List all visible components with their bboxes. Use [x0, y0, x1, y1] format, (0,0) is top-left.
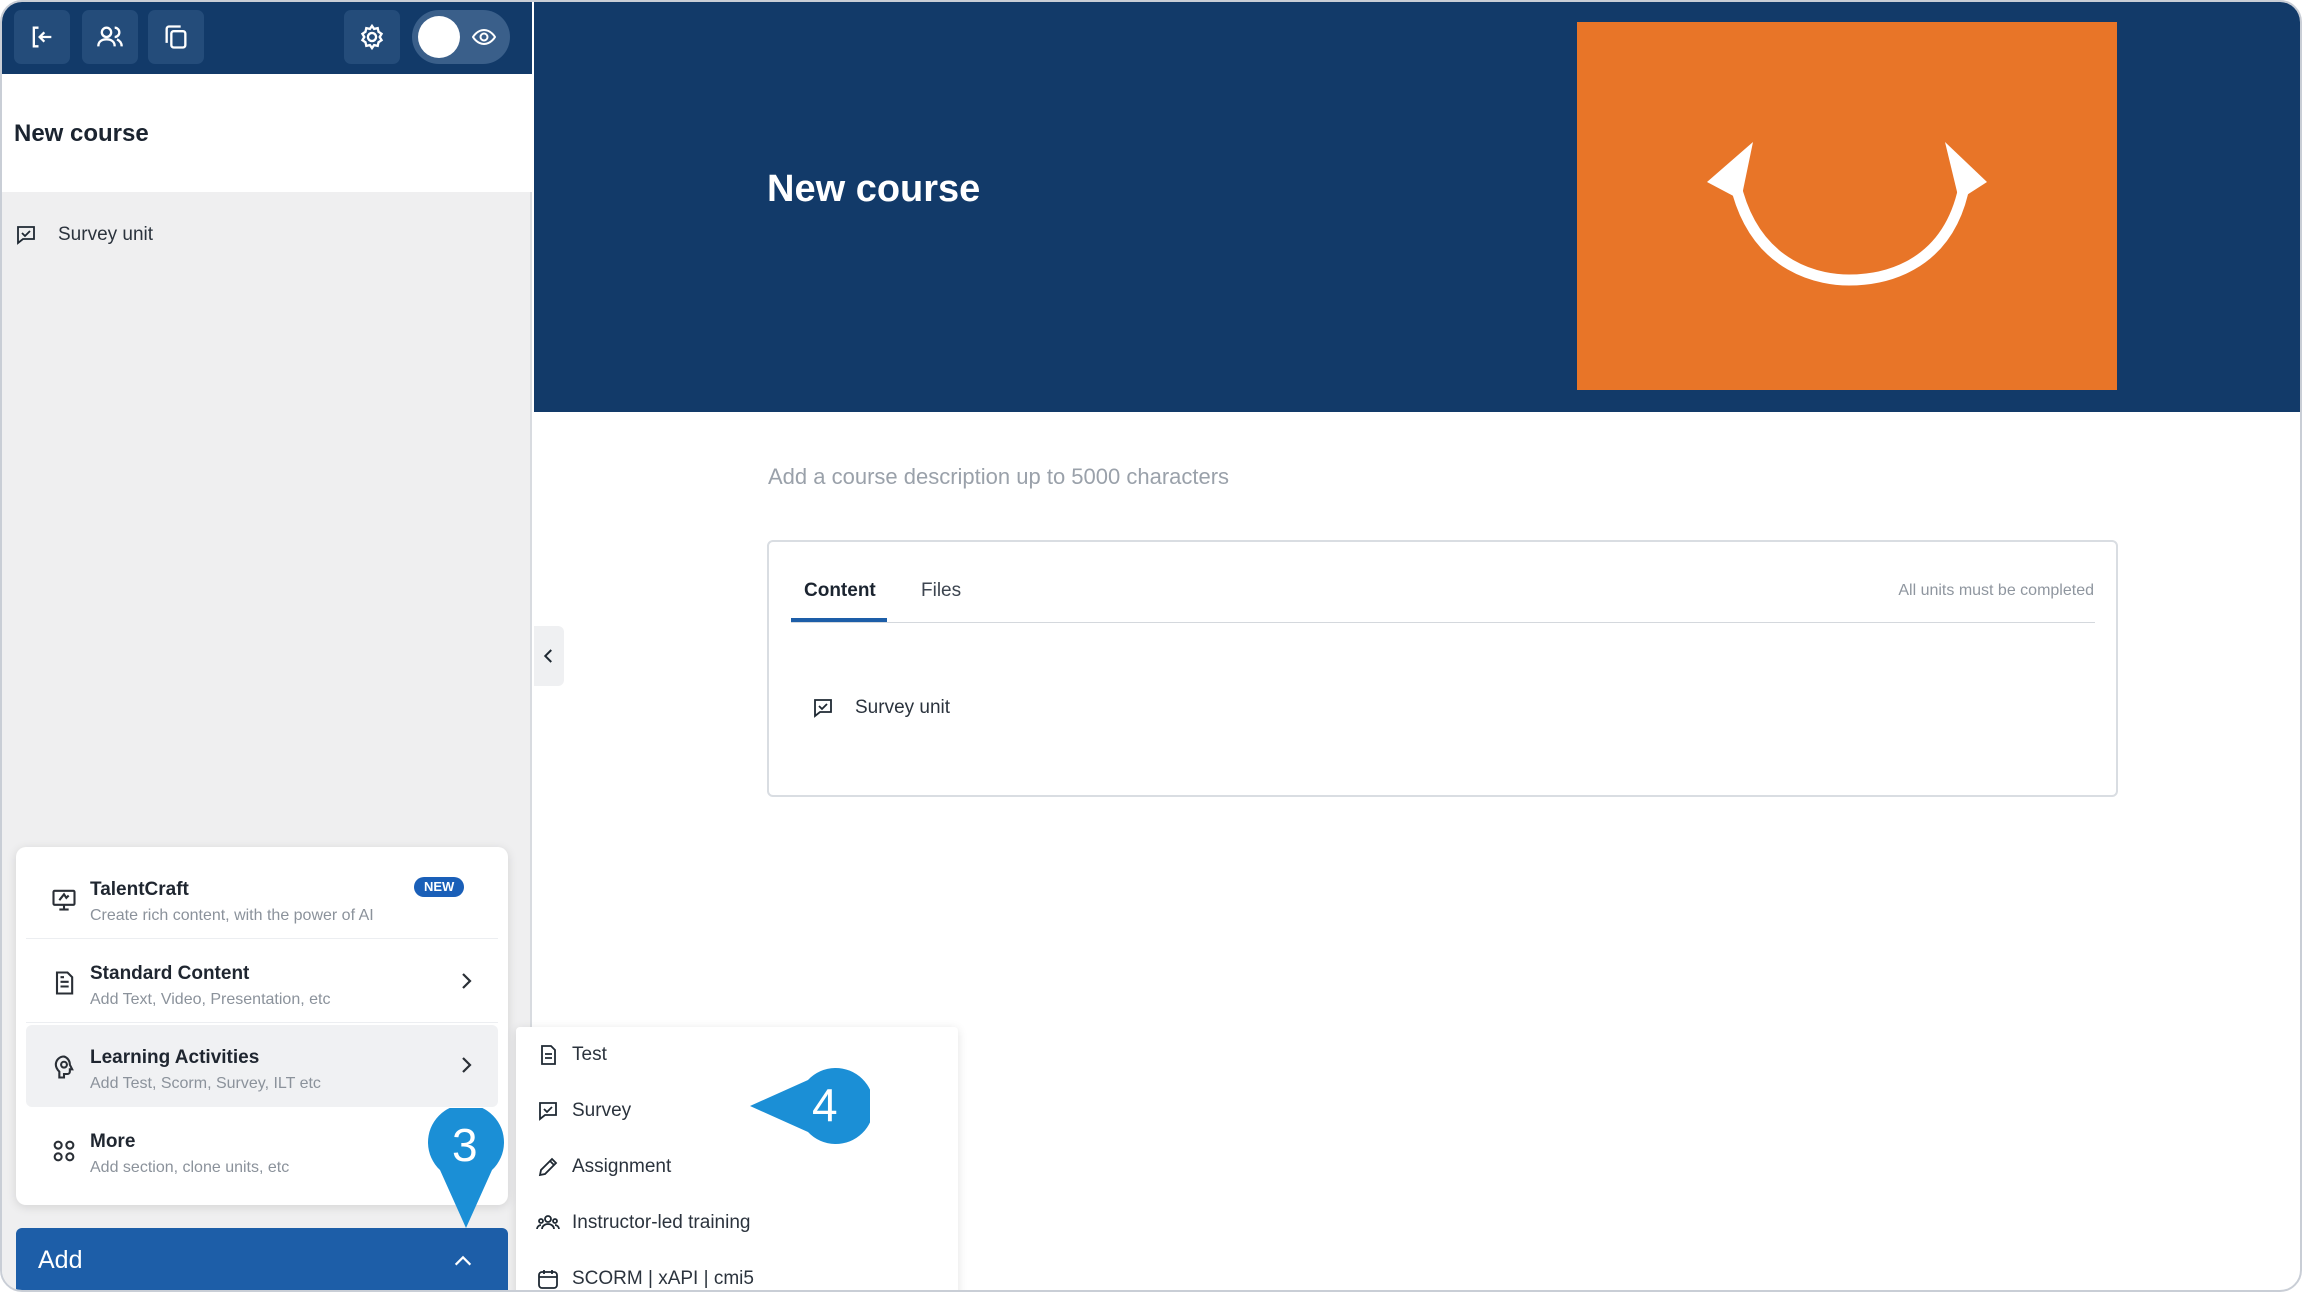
- step-3-number: 3: [452, 1119, 478, 1171]
- tab-files[interactable]: Files: [921, 580, 961, 602]
- menu-item-label: Learning Activities: [90, 1047, 260, 1068]
- new-badge: NEW: [414, 877, 465, 897]
- menu-item-label: Standard Content: [90, 963, 250, 984]
- content-unit-item[interactable]: Survey unit: [811, 696, 950, 720]
- package-icon: [538, 1270, 558, 1289]
- step-4-callout: 4: [748, 1066, 874, 1146]
- tab-divider: [791, 622, 2095, 623]
- preview-toggle[interactable]: [412, 10, 510, 64]
- menu-item-label: TalentCraft: [90, 879, 189, 900]
- exit-button[interactable]: [14, 10, 70, 64]
- submenu-item-ilt[interactable]: Instructor-led training: [536, 1207, 750, 1239]
- activity-icon: [54, 1055, 74, 1079]
- toggle-knob: [418, 16, 460, 58]
- sidebar-toolbar: [2, 2, 532, 74]
- step-4-number: 4: [812, 1079, 838, 1131]
- exit-icon: [32, 26, 52, 48]
- document-icon: [55, 971, 74, 995]
- sidebar-course-header: New course: [2, 74, 532, 192]
- add-button[interactable]: Add: [16, 1228, 508, 1290]
- tab-content[interactable]: Content: [804, 580, 876, 602]
- course-image[interactable]: [1577, 22, 2117, 390]
- gear-icon: [360, 23, 384, 51]
- users-icon: [97, 26, 123, 47]
- sidebar-course-title[interactable]: New course: [14, 120, 149, 148]
- pin-marker-icon: [750, 1068, 874, 1144]
- grid-icon: [53, 1140, 75, 1162]
- menu-item-description: Add section, clone units, etc: [90, 1159, 290, 1176]
- submenu-item-survey[interactable]: Survey: [536, 1095, 631, 1127]
- menu-item-standard-content[interactable]: Standard Content Add Text, Video, Presen…: [26, 941, 498, 1023]
- chevron-left-icon: [543, 649, 552, 663]
- smile-logo-icon: [1707, 142, 1987, 286]
- users-button[interactable]: [82, 10, 138, 64]
- content-unit-label: Survey unit: [855, 697, 951, 718]
- sidebar-unit-label: Survey unit: [58, 224, 154, 245]
- chevron-right-icon: [462, 973, 472, 989]
- submenu-item-scorm[interactable]: SCORM | xAPI | cmi5: [536, 1263, 754, 1290]
- copy-icon: [165, 25, 187, 49]
- add-button-label: Add: [38, 1246, 83, 1274]
- learning-activities-submenu: Test Survey Assignment Instructor-led tr…: [516, 1027, 958, 1290]
- pencil-icon: [538, 1157, 558, 1177]
- app-window: New course Survey unit TalentCraft Creat…: [0, 0, 2302, 1292]
- course-title[interactable]: New course: [767, 168, 980, 211]
- survey-icon: [814, 699, 832, 718]
- survey-icon: [17, 226, 35, 245]
- course-hero: New course: [534, 2, 2300, 412]
- submenu-item-label: Test: [572, 1044, 607, 1065]
- submenu-item-label: Assignment: [572, 1156, 672, 1177]
- submenu-item-label: Instructor-led training: [572, 1212, 751, 1233]
- sidebar-unit-item[interactable]: Survey unit: [14, 220, 153, 250]
- completion-rule[interactable]: All units must be completed: [1898, 582, 2094, 600]
- menu-item-description: Add Test, Scorm, Survey, ILT etc: [90, 1075, 321, 1092]
- menu-item-talentcraft[interactable]: TalentCraft Create rich content, with th…: [26, 857, 498, 939]
- sidebar: New course Survey unit TalentCraft Creat…: [2, 2, 532, 1290]
- submenu-item-assignment[interactable]: Assignment: [536, 1151, 671, 1183]
- course-description-input[interactable]: Add a course description up to 5000 char…: [768, 464, 1229, 490]
- ai-icon: [52, 889, 76, 911]
- survey-icon: [539, 1102, 557, 1121]
- menu-item-description: Add Text, Video, Presentation, etc: [90, 991, 331, 1008]
- step-3-callout: 3: [426, 1104, 506, 1232]
- chevron-right-icon: [462, 1057, 472, 1073]
- copy-button[interactable]: [148, 10, 204, 64]
- settings-button[interactable]: [344, 10, 400, 64]
- group-icon: [536, 1215, 560, 1230]
- chevron-up-icon: [454, 1255, 472, 1266]
- collapse-sidebar-button[interactable]: [534, 626, 564, 686]
- submenu-item-label: SCORM | xAPI | cmi5: [572, 1268, 754, 1289]
- eye-icon: [472, 28, 496, 46]
- submenu-item-label: Survey: [572, 1100, 632, 1121]
- content-card: Content Files All units must be complete…: [767, 540, 2118, 797]
- submenu-item-test[interactable]: Test: [536, 1039, 607, 1071]
- menu-item-learning-activities[interactable]: Learning Activities Add Test, Scorm, Sur…: [26, 1025, 498, 1107]
- test-icon: [541, 1045, 556, 1065]
- menu-item-description: Create rich content, with the power of A…: [90, 907, 374, 924]
- menu-item-label: More: [90, 1131, 136, 1152]
